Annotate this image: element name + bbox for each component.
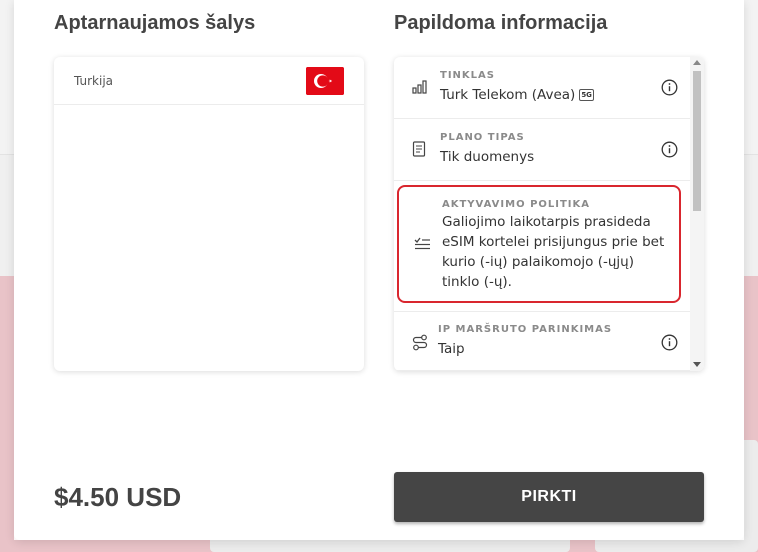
plan-type-info-icon[interactable] [661,141,678,162]
ip-routing-label: IP MARŠRUTO PARINKIMAS [438,324,613,335]
network-name: Turk Telekom (Avea) [440,87,576,103]
activation-text-line: tinklo (-ų). [442,274,512,290]
scroll-up-arrow-icon[interactable] [693,60,701,65]
info-row-ip-routing: IP MARŠRUTO PARINKIMAS Taip [394,311,690,371]
ip-routing-value: Taip [438,341,465,357]
network-label: TINKLAS [440,70,495,81]
signal-bars-icon [412,79,428,98]
activation-text-line: kurio (-ių) palaikomojo (-ųjų) [442,254,635,270]
covered-countries-title: Aptarnaujamos šalys [54,12,256,34]
package-price: $4.50 USD [54,482,182,512]
scroll-down-arrow-icon[interactable] [693,362,701,367]
activation-policy-value: Galiojimo laikotarpis prasideda eSIM kor… [442,212,669,292]
info-scrollbar[interactable] [690,57,704,371]
info-row-network: TINKLAS Turk Telekom (Avea) 5G [394,57,690,119]
turkey-flag-icon [306,66,344,95]
info-row-activation-policy: AKTYVAVIMO POLITIKA Galiojimo laikotarpi… [397,185,681,303]
package-details-modal: Aptarnaujamos šalys Papildoma informacij… [14,0,744,540]
route-icon [412,334,428,355]
activation-policy-label: AKTYVAVIMO POLITIKA [442,199,591,210]
additional-info-title: Papildoma informacija [394,12,608,34]
5g-badge: 5G [579,89,594,101]
activation-text-line: eSIM kortelei prisijungus prie bet [442,234,665,250]
ip-routing-info-icon[interactable] [661,334,678,355]
countries-list: Turkija [54,57,364,371]
info-scroll-area[interactable]: TINKLAS Turk Telekom (Avea) 5G PLANO TIP… [394,57,690,371]
plan-type-value: Tik duomenys [440,149,535,165]
purchase-footer: $4.50 USD PIRKTI [14,452,744,540]
network-value: Turk Telekom (Avea) 5G [440,85,676,105]
country-item-turkey: Turkija [54,57,364,105]
plan-type-label: PLANO TIPAS [440,132,525,143]
document-icon [412,141,426,161]
scroll-thumb[interactable] [693,71,701,211]
activation-text-line: Galiojimo laikotarpis prasideda [442,214,651,230]
activation-list-icon [414,235,431,254]
country-name: Turkija [74,73,114,88]
buy-button[interactable]: PIRKTI [394,472,704,522]
additional-info-panel: TINKLAS Turk Telekom (Avea) 5G PLANO TIP… [394,57,704,371]
network-info-icon[interactable] [661,79,678,100]
info-row-plan-type: PLANO TIPAS Tik duomenys [394,119,690,181]
